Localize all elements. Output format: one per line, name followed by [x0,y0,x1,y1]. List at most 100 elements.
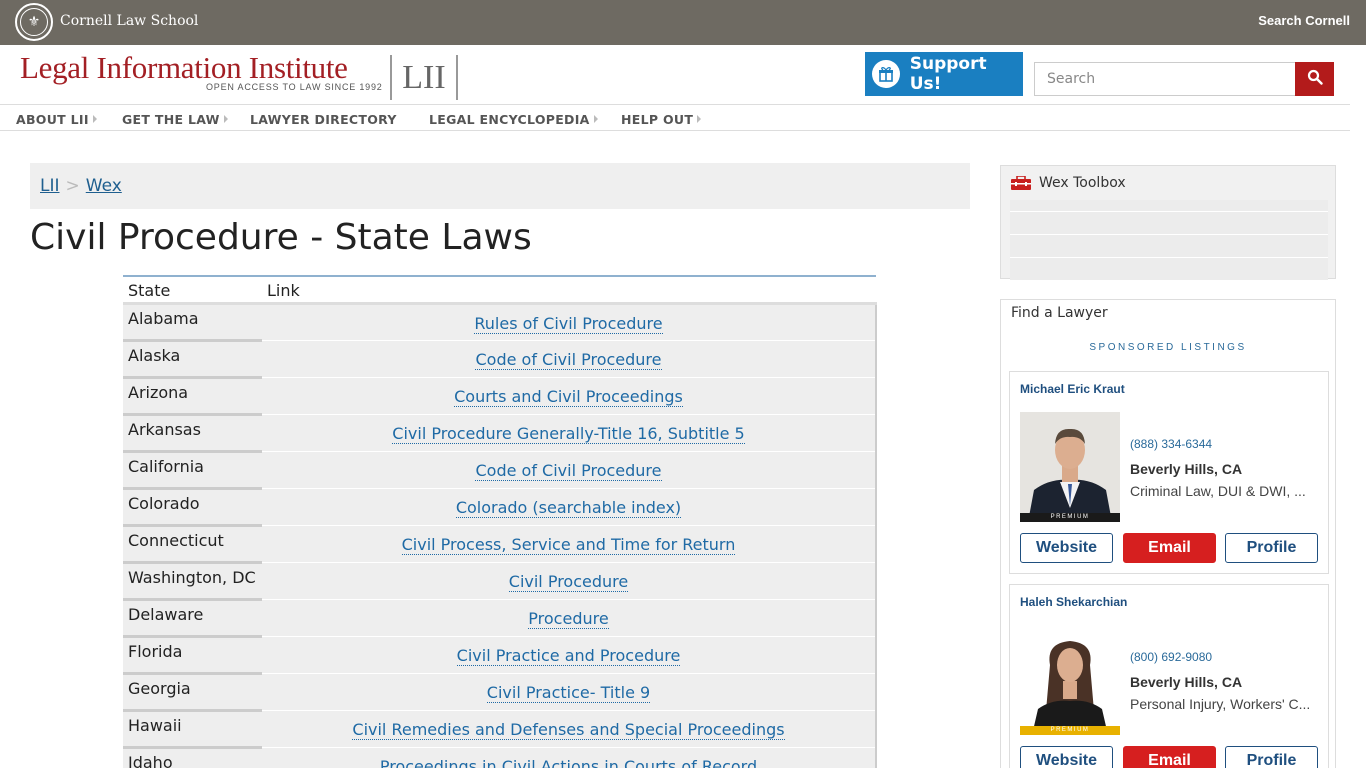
table-row: Arkansas Civil Procedure Generally-Title … [123,414,877,453]
state-law-link[interactable]: Colorado (searchable index) [455,497,682,518]
breadcrumb-lii-link[interactable]: LII [40,176,60,196]
premium-badge: PREMIUM [1020,513,1120,522]
table-row: Georgia Civil Practice- Title 9 [123,673,877,712]
breadcrumb-wex-link[interactable]: Wex [86,176,122,196]
lawyer-location: Beverly Hills, CA [1130,674,1243,690]
search-button[interactable] [1295,62,1334,96]
table-row: Alaska Code of Civil Procedure [123,340,877,379]
main-nav: ABOUT LII GET THE LAW LAWYER DIRECTORY L… [0,104,1350,131]
toolbox-list [1010,200,1328,281]
gift-icon [872,60,900,88]
support-us-label: Support Us! [909,54,987,94]
nav-about-lii[interactable]: ABOUT LII [16,112,97,127]
lawyer-name[interactable]: Haleh Shekarchian [1020,595,1127,609]
search-cornell-link[interactable]: Search Cornell [1258,13,1350,28]
lawyer-photo[interactable]: PREMIUM [1020,625,1120,735]
search-icon [1307,69,1323,89]
nav-lawyer-directory[interactable]: LAWYER DIRECTORY [250,112,397,127]
state-law-link[interactable]: Civil Procedure Generally-Title 16, Subt… [392,423,745,444]
page-title: Civil Procedure - State Laws [30,217,532,258]
table-row: Washington, DC Civil Procedure [123,562,877,601]
state-name: Colorado [123,488,262,527]
toolbox-row [1010,200,1328,212]
nav-help-out[interactable]: HELP OUT [621,112,702,127]
table-row: Florida Civil Practice and Procedure [123,636,877,675]
column-header-state: State [123,276,262,305]
state-law-link[interactable]: Civil Procedure [508,571,629,592]
lii-logo-mark[interactable]: LII [390,55,458,100]
lii-tagline: OPEN ACCESS TO LAW SINCE 1992 [206,82,383,92]
nav-get-the-law[interactable]: GET THE LAW [122,112,228,127]
lawyer-photo[interactable]: PREMIUM [1020,412,1120,522]
state-name: California [123,451,262,490]
state-name: Alabama [123,303,262,342]
toolbox-row [1010,212,1328,235]
support-us-button[interactable]: Support Us! [865,52,1023,96]
nav-legal-encyclopedia[interactable]: LEGAL ENCYCLOPEDIA [429,112,598,127]
lawyer-location: Beverly Hills, CA [1130,461,1243,477]
state-law-link[interactable]: Procedure [528,608,609,629]
table-row: Alabama Rules of Civil Procedure [123,303,877,342]
caret-right-icon [223,115,228,123]
wex-toolbox-header: Wex Toolbox [1011,175,1126,191]
lii-logo-title[interactable]: Legal Information Institute [20,50,348,86]
table-row: Colorado Colorado (searchable index) [123,488,877,527]
state-law-link[interactable]: Courts and Civil Proceedings [454,386,683,407]
cornell-topbar: ⚜ Cornell Law School Search Cornell [0,0,1366,45]
table-row: Idaho Proceedings in Civil Actions in Cou… [123,747,877,768]
toolbox-row [1010,258,1328,281]
lawyer-profile-button[interactable]: Profile [1225,746,1318,768]
lawyer-website-button[interactable]: Website [1020,746,1113,768]
state-name: Connecticut [123,525,262,564]
lawyer-name[interactable]: Michael Eric Kraut [1020,382,1125,396]
breadcrumb-separator: > [65,176,80,196]
table-row: Arizona Courts and Civil Proceedings [123,377,877,416]
table-row: Hawaii Civil Remedies and Defenses and Sp… [123,710,877,749]
caret-right-icon [593,115,598,123]
state-name: Florida [123,636,262,675]
premium-badge: PREMIUM [1020,726,1120,735]
lawyer-email-button[interactable]: Email [1123,746,1216,768]
toolbox-row [1010,235,1328,258]
caret-right-icon [697,115,702,123]
lawyer-phone[interactable]: (800) 692-9080 [1130,650,1212,664]
state-name: Delaware [123,599,262,638]
state-law-link[interactable]: Proceedings in Civil Actions in Courts o… [379,756,758,768]
state-name: Arizona [123,377,262,416]
table-row: Delaware Procedure [123,599,877,638]
lawyer-phone[interactable]: (888) 334-6344 [1130,437,1212,451]
state-law-link[interactable]: Civil Practice- Title 9 [486,682,651,703]
state-name: Alaska [123,340,262,379]
lawyer-profile-button[interactable]: Profile [1225,533,1318,563]
lawyer-email-button[interactable]: Email [1123,533,1216,563]
sponsored-listings-label: SPONSORED LISTINGS [1089,342,1247,353]
lawyer-website-button[interactable]: Website [1020,533,1113,563]
cornell-law-school-link[interactable]: Cornell Law School [60,13,198,29]
state-name: Idaho [123,747,262,768]
toolbox-icon [1011,176,1031,190]
lawyer-card: Haleh Shekarchian PREMIUM (800) 692-9080… [1009,584,1329,768]
search-input[interactable] [1034,62,1295,96]
state-law-link[interactable]: Civil Practice and Procedure [456,645,681,666]
caret-right-icon [92,115,97,123]
state-law-link[interactable]: Code of Civil Procedure [475,460,662,481]
state-law-link[interactable]: Rules of Civil Procedure [474,313,663,334]
lawyer-practice-areas: Personal Injury, Workers' C... [1130,696,1311,712]
wex-toolbox-title: Wex Toolbox [1039,175,1126,191]
table-header-row: State Link [123,276,876,305]
wex-toolbox: Wex Toolbox [1000,165,1336,281]
cornell-seal-icon[interactable]: ⚜ [15,3,53,41]
find-a-lawyer-panel: Find a Lawyer SPONSORED LISTINGS Michael… [1000,299,1336,768]
state-name: Hawaii [123,710,262,749]
state-law-link[interactable]: Civil Process, Service and Time for Retu… [401,534,736,555]
breadcrumb: LII > Wex [30,163,970,209]
state-name: Arkansas [123,414,262,453]
state-name: Washington, DC [123,562,262,601]
lawyer-card: Michael Eric Kraut PREMIUM (888) 334-634… [1009,371,1329,574]
state-law-link[interactable]: Code of Civil Procedure [475,349,662,370]
column-header-link: Link [262,276,876,305]
state-law-link[interactable]: Civil Remedies and Defenses and Special … [352,719,785,740]
table-row: Connecticut Civil Process, Service and Ti… [123,525,877,564]
find-a-lawyer-title: Find a Lawyer [1011,305,1108,321]
table-row: California Code of Civil Procedure [123,451,877,490]
